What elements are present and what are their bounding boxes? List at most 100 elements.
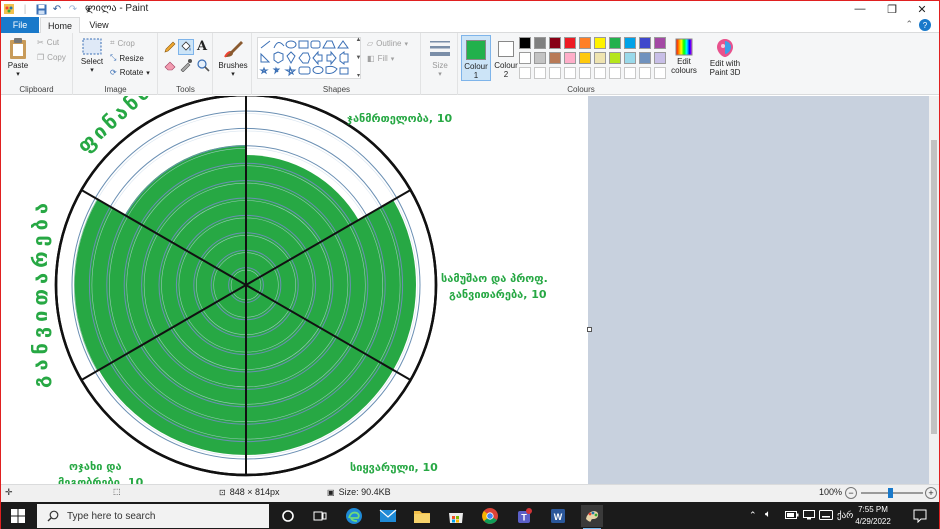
store-icon[interactable] — [445, 505, 467, 527]
palette-swatch[interactable] — [624, 52, 636, 64]
drawing-canvas[interactable]: ჯანმრთელობა, 10 სამუშაო და პროფ. განვითა… — [1, 96, 588, 484]
palette-swatch[interactable] — [594, 52, 606, 64]
fill-bucket-icon[interactable] — [178, 39, 194, 55]
cortana-icon[interactable] — [277, 505, 299, 527]
teams-icon[interactable]: T — [513, 505, 535, 527]
chrome-browser-icon[interactable] — [479, 505, 501, 527]
battery-icon[interactable] — [785, 510, 799, 522]
notifications-icon[interactable] — [913, 509, 927, 525]
crop-button[interactable]: ⌗ Crop — [110, 38, 135, 48]
zoom-slider-thumb[interactable] — [888, 488, 893, 498]
show-hidden-icons[interactable]: ⌃ — [749, 510, 757, 521]
paint-taskbar-icon[interactable] — [581, 505, 603, 529]
tab-view[interactable]: View — [83, 17, 115, 33]
tab-home[interactable]: Home — [40, 17, 80, 34]
palette-swatch[interactable] — [624, 37, 636, 49]
text-tool-icon[interactable]: A — [197, 39, 207, 54]
network-icon[interactable] — [803, 510, 815, 522]
pencil-icon[interactable] — [163, 40, 177, 54]
canvas-resize-handle[interactable] — [587, 327, 592, 332]
eraser-icon[interactable] — [163, 58, 177, 72]
help-icon[interactable]: ? — [919, 19, 931, 31]
custom-colour-slot[interactable] — [579, 67, 591, 79]
custom-colour-slot[interactable] — [639, 67, 651, 79]
size-button[interactable]: Size ▾ — [426, 39, 454, 78]
minimize-button[interactable]: — — [845, 1, 875, 17]
redo-icon[interactable]: ↷ — [67, 3, 79, 15]
palette-swatch[interactable] — [534, 37, 546, 49]
palette-swatch[interactable] — [519, 52, 531, 64]
scroll-up-icon[interactable]: ▲ — [356, 37, 362, 43]
zoom-out-button[interactable]: − — [845, 487, 857, 499]
vertical-scrollbar[interactable] — [929, 96, 939, 484]
start-button[interactable] — [1, 502, 35, 529]
copy-button[interactable]: ❐ Copy — [37, 53, 66, 62]
keyboard-icon[interactable] — [819, 510, 833, 522]
paste-button[interactable]: Paste ▾ — [5, 37, 31, 78]
scrollbar-thumb[interactable] — [931, 140, 937, 434]
palette-swatch[interactable] — [549, 52, 561, 64]
select-dropdown-icon[interactable]: ▾ — [90, 66, 94, 74]
edge-browser-icon[interactable] — [343, 505, 365, 527]
palette-swatch[interactable] — [594, 37, 606, 49]
custom-colour-slot[interactable] — [564, 67, 576, 79]
taskbar: Type here to search T W ⌃ 🔈︎ ქარ 7:55 PM — [1, 502, 939, 529]
palette-swatch[interactable] — [564, 52, 576, 64]
palette-swatch[interactable] — [549, 37, 561, 49]
fill-button[interactable]: ◧ Fill ▾ — [367, 54, 394, 63]
palette-swatch[interactable] — [519, 37, 531, 49]
zoom-in-button[interactable]: + — [925, 487, 937, 499]
restore-button[interactable]: ❐ — [877, 1, 907, 17]
custom-colour-slot[interactable] — [609, 67, 621, 79]
paste-dropdown-icon[interactable]: ▾ — [16, 70, 20, 78]
colour-1-button[interactable]: Colour 1 — [461, 35, 491, 81]
palette-swatch[interactable] — [609, 37, 621, 49]
brushes-button[interactable]: Brushes ▾ — [218, 37, 248, 78]
resize-button[interactable]: ⤡ Resize — [110, 53, 144, 63]
collapse-ribbon-icon[interactable]: ⌃ — [905, 19, 913, 30]
task-view-icon[interactable] — [309, 505, 331, 527]
custom-colour-slot[interactable] — [654, 67, 666, 79]
edit-with-paint3d-button[interactable]: Edit with Paint 3D — [704, 37, 746, 77]
custom-colour-slot[interactable] — [594, 67, 606, 79]
outline-button[interactable]: ▱ Outline ▾ — [367, 39, 408, 48]
tab-file[interactable]: File — [1, 17, 39, 33]
clipboard-group-label: Clipboard — [19, 85, 54, 94]
scroll-down-icon[interactable]: ▼ — [356, 55, 362, 61]
paint-app-icon[interactable] — [3, 3, 15, 15]
palette-swatch[interactable] — [609, 52, 621, 64]
rotate-button[interactable]: ⟳ Rotate ▾ — [110, 68, 150, 77]
custom-colour-slot[interactable] — [519, 67, 531, 79]
mail-icon[interactable] — [377, 505, 399, 527]
save-icon[interactable] — [35, 3, 47, 15]
volume-icon[interactable]: 🔈︎ — [765, 509, 771, 520]
undo-icon[interactable]: ↶ — [51, 3, 63, 15]
paint3d-line2: Paint 3D — [709, 68, 741, 77]
shapes-group-label: Shapes — [322, 85, 351, 94]
edit-colours-button[interactable]: Edit colours — [667, 37, 701, 75]
expand-gallery-icon[interactable]: ▾ — [357, 72, 360, 79]
palette-swatch[interactable] — [564, 37, 576, 49]
palette-swatch[interactable] — [654, 52, 666, 64]
colour-picker-icon[interactable] — [179, 58, 193, 73]
shapes-scroll[interactable]: ▲ ▼ ▾ — [355, 37, 362, 79]
custom-colour-slot[interactable] — [624, 67, 636, 79]
palette-swatch[interactable] — [639, 37, 651, 49]
palette-swatch[interactable] — [534, 52, 546, 64]
palette-swatch[interactable] — [579, 52, 591, 64]
close-button[interactable]: ✕ — [907, 1, 937, 17]
custom-colour-slot[interactable] — [549, 67, 561, 79]
palette-swatch[interactable] — [579, 37, 591, 49]
magnifier-icon[interactable] — [196, 58, 210, 72]
clock[interactable]: 7:55 PM 4/29/2022 — [851, 504, 895, 528]
file-explorer-icon[interactable] — [411, 505, 433, 527]
custom-colour-slot[interactable] — [534, 67, 546, 79]
select-button[interactable]: Select ▾ — [78, 37, 106, 74]
palette-swatch[interactable] — [654, 37, 666, 49]
shapes-gallery[interactable] — [257, 37, 361, 79]
colour-2-button[interactable]: Colour 2 — [491, 35, 521, 81]
palette-swatch[interactable] — [639, 52, 651, 64]
word-icon[interactable]: W — [547, 505, 569, 527]
taskbar-search-box[interactable]: Type here to search — [37, 504, 269, 528]
cut-button[interactable]: ✂ Cut — [37, 38, 59, 47]
